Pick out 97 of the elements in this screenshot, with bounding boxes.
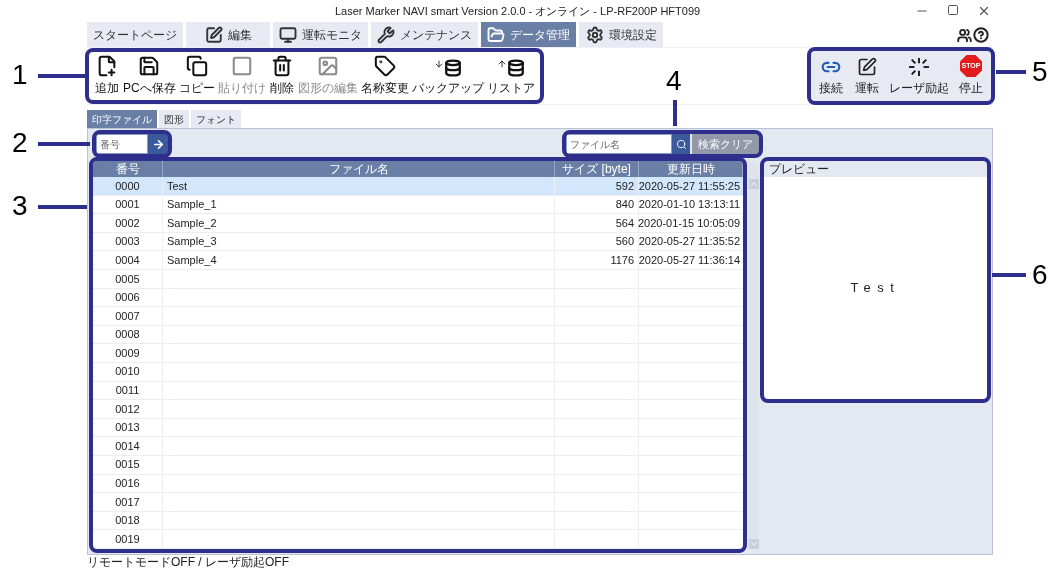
burst-icon xyxy=(908,57,930,77)
status-text: リモートモードOFF / レーザ励起OFF xyxy=(87,555,290,569)
table-cell-text: 840 xyxy=(615,197,635,213)
table-cell-text: Sample_1 xyxy=(167,197,217,213)
search-field[interactable]: ファイル名 xyxy=(566,134,672,154)
table-cell-text: 0009 xyxy=(115,345,140,361)
callout-number: 6 xyxy=(1032,261,1048,289)
close-icon[interactable] xyxy=(977,4,991,18)
table-cell-text: 2020-05-27 11:55:25 xyxy=(638,178,741,194)
maximize-icon[interactable] xyxy=(947,4,959,16)
toolbar-button[interactable]: 接続 xyxy=(817,57,845,97)
table-cell-text: 0014 xyxy=(115,438,140,454)
tab[interactable]: 編集 xyxy=(186,22,270,47)
toolbar-button[interactable]: レーザ励起 xyxy=(889,57,949,97)
table-cell-text: 2020-05-27 11:36:14 xyxy=(638,252,741,268)
table-cell-text: 0017 xyxy=(115,494,140,510)
tab[interactable]: スタートページ xyxy=(87,22,183,47)
file-plus-icon xyxy=(96,55,118,77)
table-row[interactable]: 0012 xyxy=(93,400,744,419)
copy-icon xyxy=(185,55,208,77)
save-icon xyxy=(138,55,161,77)
pen-square-icon xyxy=(204,25,223,44)
table-cell-text: Sample_2 xyxy=(167,215,217,231)
help-icon[interactable] xyxy=(973,27,989,43)
table-cell-text: 2020-01-10 13:13:11 xyxy=(638,197,741,213)
table-cell-text: 564 xyxy=(615,215,635,231)
table-cell-text: 0013 xyxy=(115,420,140,436)
table-cell-text: 560 xyxy=(615,234,635,250)
image-icon xyxy=(316,55,339,77)
preview-title: プレビュー xyxy=(764,161,987,177)
table-cell-text: 1176 xyxy=(610,252,635,268)
table-cell-text: 2020-05-27 11:35:52 xyxy=(638,234,741,250)
tab[interactable]: 運転モニタ xyxy=(273,22,368,47)
trash-icon xyxy=(270,55,293,77)
table-cell-text: 0008 xyxy=(115,327,140,343)
settings-icon xyxy=(585,25,604,44)
table-cell-text: 0000 xyxy=(115,178,140,194)
table-cell-text: 0011 xyxy=(115,383,140,399)
database-down-icon xyxy=(433,59,462,77)
table-cell-text: 0004 xyxy=(115,252,140,268)
table-cell-text: 0016 xyxy=(115,476,140,492)
callout-number: 3 xyxy=(12,192,28,220)
toolbar-button[interactable]: PCへ保存 xyxy=(122,55,177,97)
toolbar-button[interactable]: 削除 xyxy=(267,55,296,97)
table-cell-text: 0019 xyxy=(115,531,140,547)
toolbar-button[interactable]: コピー xyxy=(177,55,216,97)
toolbar-button[interactable]: 追加 xyxy=(93,55,121,97)
tab[interactable]: 図形 xyxy=(159,110,189,128)
table-row[interactable]: 0014 xyxy=(93,437,744,456)
table-cell-text: 0007 xyxy=(115,308,140,324)
pen-square-icon xyxy=(857,57,877,77)
table-row[interactable]: 0000 Test 592 2020-05-27 11:55:25 xyxy=(93,177,744,196)
arrow-right-icon[interactable] xyxy=(148,134,168,154)
table-row[interactable]: 0007 xyxy=(93,307,744,326)
table-cell-text: 0018 xyxy=(115,513,140,529)
preview-text: Test xyxy=(850,279,901,298)
table-cell-text: 2020-01-15 10:05:09 xyxy=(637,215,741,231)
database-up-icon xyxy=(496,59,525,77)
table-cell-text: 0015 xyxy=(115,457,140,473)
square-icon xyxy=(230,55,253,77)
folder-icon xyxy=(487,25,505,44)
tab[interactable]: データ管理 xyxy=(481,22,576,47)
table-cell-text: 0012 xyxy=(115,401,140,417)
tag-icon xyxy=(373,55,396,77)
table-cell-text: Sample_4 xyxy=(167,252,217,268)
table-cell-text: 0010 xyxy=(115,364,140,380)
tab[interactable]: 印字ファイル xyxy=(87,110,157,128)
callout-number: 5 xyxy=(1032,58,1048,86)
toolbar-button[interactable]: 名称変更 xyxy=(359,55,410,97)
table-cell-text: 0002 xyxy=(115,215,140,231)
table-cell-text: 0005 xyxy=(115,271,140,287)
table-cell-text: Sample_3 xyxy=(167,234,217,250)
monitor-icon xyxy=(279,25,297,44)
table-row[interactable]: 0019 xyxy=(93,530,744,549)
search-icon[interactable] xyxy=(672,134,690,154)
tab[interactable]: メンテナンス xyxy=(371,22,478,47)
toolbar-button[interactable]: リストア xyxy=(485,59,536,97)
table-cell-text: 0006 xyxy=(115,290,140,306)
table-cell-text: 0001 xyxy=(115,197,140,213)
callout-number: 2 xyxy=(12,129,28,157)
table-row[interactable]: 0009 xyxy=(93,344,744,363)
window-title: Laser Marker NAVI smart Version 2.0.0 - オンライン - LP-RF200P HFT099 xyxy=(334,3,701,19)
table-cell-text: 0003 xyxy=(115,234,140,250)
users-icon[interactable] xyxy=(957,27,972,43)
callout-number: 4 xyxy=(666,67,682,95)
callout-number: 1 xyxy=(12,61,28,89)
table-row[interactable]: 0004 Sample_4 1176 2020-05-27 11:36:14 xyxy=(93,251,744,270)
toolbar-button[interactable]: バックアップ xyxy=(410,59,485,97)
table-row[interactable]: 0002 Sample_2 564 2020-01-15 10:05:09 xyxy=(93,214,744,233)
tab[interactable]: フォント xyxy=(191,110,241,128)
table-row[interactable]: 0017 xyxy=(93,493,744,512)
toolbar-button[interactable]: 運転 xyxy=(853,57,881,97)
wrench-icon xyxy=(377,25,395,44)
tab[interactable]: 環境設定 xyxy=(579,22,663,47)
table-cell-text: Test xyxy=(167,178,188,194)
number-field[interactable]: 番号 xyxy=(96,134,148,154)
table-cell-text: 592 xyxy=(615,178,635,194)
